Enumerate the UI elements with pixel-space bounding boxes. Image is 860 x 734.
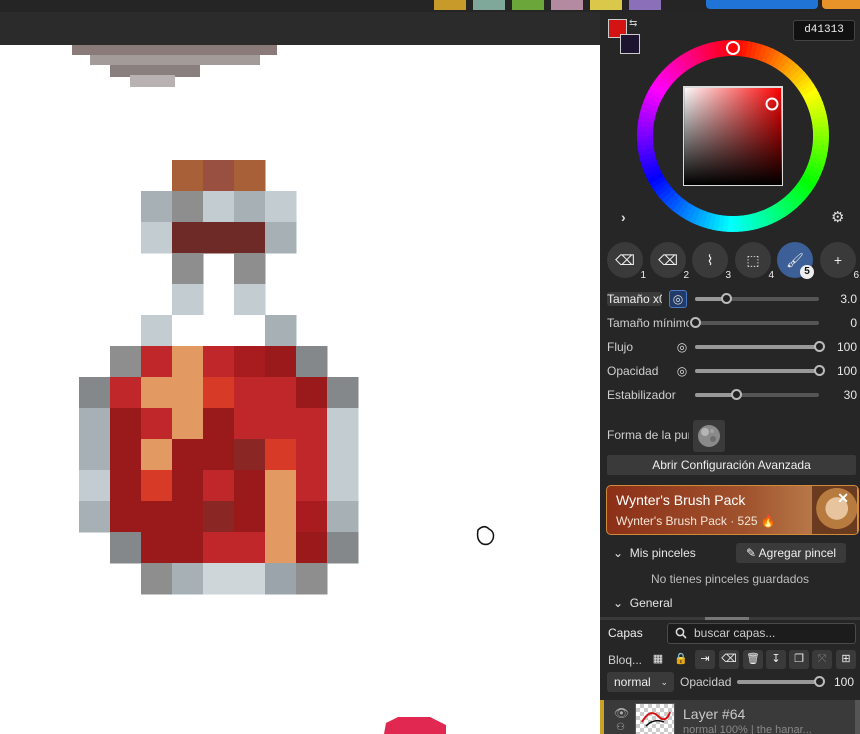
- file-thumbnail[interactable]: [434, 0, 466, 10]
- close-icon[interactable]: ✕: [837, 490, 849, 507]
- flow-label: Flujo: [607, 340, 634, 354]
- brush-shape-label: Forma de la punta: [607, 428, 689, 442]
- size-slider[interactable]: [695, 293, 819, 304]
- layer-row[interactable]: 👁 ⚇ Layer #64 normal 100% | the hanar...: [600, 700, 860, 734]
- eraser-icon: ⌫: [658, 251, 678, 268]
- tool-slot-6[interactable]: +6: [820, 242, 859, 281]
- erase-layer-icon[interactable]: ⌫: [719, 650, 739, 669]
- pressure-icon[interactable]: ◎: [675, 364, 689, 378]
- tool-slot-4[interactable]: ⬚ 4: [735, 242, 774, 281]
- opacity-slider[interactable]: [695, 365, 825, 376]
- size-row: Tamaño x0.1 ◎ 3.0: [607, 289, 857, 309]
- stabilizer-slider[interactable]: [695, 389, 819, 400]
- layer-opacity-label: Opacidad: [680, 675, 732, 689]
- layers-scrollbar[interactable]: [855, 700, 860, 734]
- swap-layer-icon[interactable]: ⤧: [812, 650, 832, 669]
- layer-search-input[interactable]: buscar capas...: [667, 623, 856, 644]
- flow-value: 100: [836, 340, 857, 354]
- layer-opacity-slider[interactable]: [737, 676, 825, 687]
- promo-title: Wynter's Brush Pack: [616, 492, 746, 508]
- layers-title: Capas: [608, 626, 643, 640]
- tool-slot-2[interactable]: ⌫ 2: [650, 242, 689, 281]
- chevron-down-icon: ⌄: [660, 677, 668, 687]
- tool-slot-5[interactable]: 🖌 5: [777, 242, 814, 279]
- size-label: Tamaño x0.1: [607, 292, 662, 306]
- top-bar: [0, 0, 860, 12]
- lock-label: Bloq...: [608, 653, 643, 667]
- alpha-lock-icon[interactable]: ▦: [648, 650, 668, 669]
- color-wheel[interactable]: [635, 38, 831, 234]
- chevron-down-icon: ⌄: [613, 546, 624, 560]
- advanced-settings-button[interactable]: Abrir Configuración Avanzada: [607, 455, 856, 475]
- layer-name: Layer #64: [683, 706, 746, 722]
- file-thumbnail[interactable]: [629, 0, 661, 10]
- swap-colors-icon[interactable]: ⇆: [629, 18, 637, 29]
- opacity-value: 100: [836, 364, 857, 378]
- secondary-action-button[interactable]: [822, 0, 860, 9]
- eraser-icon: ⌫: [615, 251, 635, 268]
- empty-brushes-message: No tienes pinceles guardados: [650, 572, 810, 586]
- trash-icon[interactable]: 🗑: [743, 650, 763, 669]
- my-brushes-section[interactable]: ⌄ Mis pinceles: [613, 546, 696, 560]
- size-value: 3.0: [840, 292, 857, 306]
- stabilizer-value: 30: [843, 388, 857, 402]
- add-brush-button[interactable]: ✎ Agregar pincel: [736, 543, 846, 563]
- promo-subtitle: Wynter's Brush Pack · 525 🔥: [616, 514, 776, 528]
- gear-icon[interactable]: ⚙: [831, 208, 844, 226]
- blend-mode-select[interactable]: normal ⌄: [607, 672, 674, 692]
- brush-tip-preview[interactable]: [693, 420, 725, 452]
- brush-slots: ⌫ 1 ⌫ 2 ⌇ 3 ⬚ 4 🖌 5 +6: [607, 242, 860, 281]
- promo-banner[interactable]: Wynter's Brush Pack Wynter's Brush Pack …: [606, 485, 859, 535]
- file-thumbnail[interactable]: [512, 0, 544, 10]
- stabilizer-row: Estabilizador 30: [607, 385, 857, 405]
- general-section[interactable]: ⌄ General: [613, 596, 672, 610]
- tool-slot-3[interactable]: ⌇ 3: [692, 242, 731, 281]
- side-panel: ⇆ d41313 › ⚙ ⌫ 1 ⌫ 2 ⌇ 3 ⬚ 4 🖌 5 + 6 Tam…: [600, 12, 860, 734]
- min-size-value: 0: [850, 316, 857, 330]
- lasso-fill-icon: ⌇: [706, 251, 714, 268]
- flow-row: Flujo ◎ 100: [607, 337, 857, 357]
- flow-slider[interactable]: [695, 341, 825, 352]
- file-thumbnail[interactable]: [551, 0, 583, 10]
- layer-thumbnail: [635, 703, 675, 734]
- new-layer-icon[interactable]: ⊞: [836, 650, 856, 669]
- selection-icon: ⬚: [746, 251, 760, 268]
- min-size-label: Tamaño mínimo: [607, 316, 689, 330]
- file-thumbnail[interactable]: [590, 0, 622, 10]
- opacity-label: Opacidad: [607, 364, 659, 378]
- add-brush-icon: ✎: [745, 546, 756, 560]
- lock-icon[interactable]: 🔒: [671, 650, 691, 669]
- pressure-icon[interactable]: ◎: [669, 290, 687, 308]
- promo-character-image: [812, 486, 857, 534]
- min-size-row: Tamaño mínimo 0: [607, 313, 857, 333]
- brush-shape-row: Forma de la punta: [607, 420, 857, 452]
- clip-icon[interactable]: ⇥: [695, 650, 715, 669]
- pixel-art-potion: [72, 45, 495, 734]
- duplicate-icon[interactable]: ❐: [789, 650, 809, 669]
- tool-slot-1[interactable]: ⌫ 1: [607, 242, 646, 281]
- min-size-slider[interactable]: [690, 317, 819, 328]
- file-thumbnail[interactable]: [473, 0, 505, 10]
- primary-action-button[interactable]: [706, 0, 818, 9]
- eye-icon[interactable]: 👁: [614, 706, 629, 720]
- pressure-icon[interactable]: ◎: [675, 340, 689, 354]
- layer-meta: normal 100% | the hanar...: [683, 724, 812, 734]
- layer-opacity-value: 100: [833, 675, 854, 689]
- chevron-right-icon[interactable]: ›: [621, 209, 626, 225]
- canvas-toolbar: [0, 12, 600, 45]
- flame-icon: 🔥: [760, 514, 776, 528]
- merge-down-icon[interactable]: ↧: [766, 650, 786, 669]
- opacity-row: Opacidad ◎ 100: [607, 361, 857, 381]
- plus-icon: +: [833, 252, 843, 268]
- search-icon: [675, 627, 687, 639]
- stabilizer-label: Estabilizador: [607, 388, 676, 402]
- chevron-down-icon: ⌄: [613, 596, 624, 610]
- layer-lock-row: Bloq... ▦ 🔒 ⇥ ⌫ 🗑 ↧ ❐ ⤧ ⊞: [608, 650, 860, 670]
- drawing-canvas[interactable]: [0, 45, 600, 734]
- resize-handle[interactable]: [705, 617, 749, 620]
- person-icon: ⚇: [616, 722, 625, 733]
